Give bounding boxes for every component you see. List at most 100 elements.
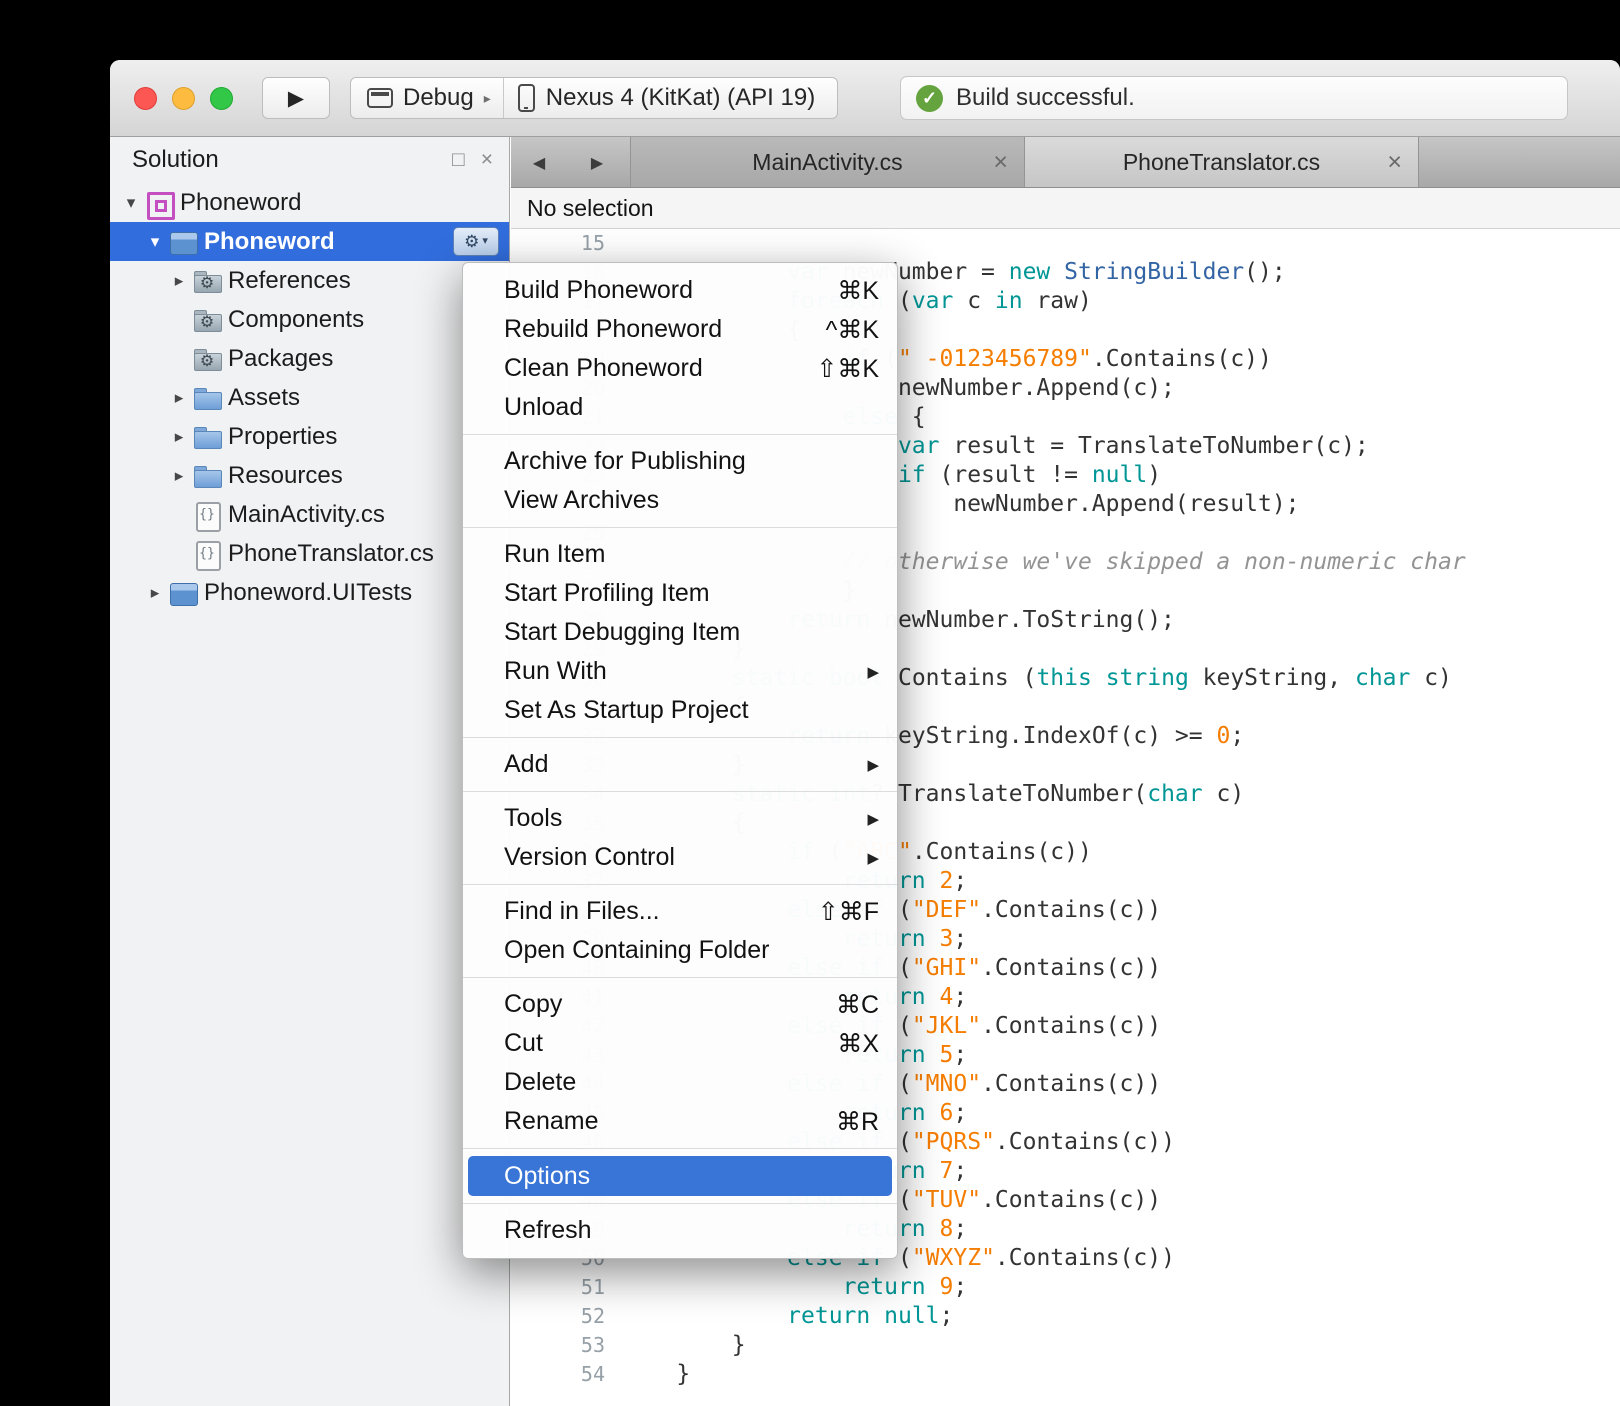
menu-separator: [463, 434, 897, 435]
menu-item-archive-for-publishing[interactable]: Archive for Publishing: [463, 442, 897, 481]
chevron-right-icon: ▸: [484, 90, 491, 107]
menu-item-label: Find in Files...: [504, 897, 660, 926]
collapse-icon[interactable]: ▾: [142, 232, 168, 252]
code-text: }: [621, 1360, 1620, 1389]
menu-item-rebuild-phoneword[interactable]: Rebuild Phoneword^⌘K: [463, 310, 897, 349]
menu-item-label: Start Profiling Item: [504, 579, 710, 608]
close-tab-icon[interactable]: ×: [993, 150, 1008, 175]
tree-item-label: Phoneword: [180, 189, 301, 217]
solution-tree: ▾Phoneword▾Phoneword⚙▾▸⚙References⚙Compo…: [110, 183, 509, 1406]
menu-item-rename[interactable]: Rename⌘R: [463, 1102, 897, 1141]
menu-item-label: Unload: [504, 393, 583, 422]
solution-pad: Solution □ × ▾Phoneword▾Phoneword⚙▾▸⚙Ref…: [110, 137, 510, 1406]
menu-item-build-phoneword[interactable]: Build Phoneword⌘K: [463, 271, 897, 310]
close-pad-icon[interactable]: ×: [481, 148, 493, 172]
menu-separator: [463, 737, 897, 738]
tree-item-components[interactable]: ⚙Components: [110, 300, 509, 339]
navigate-back-icon[interactable]: ◀: [519, 137, 559, 188]
collapse-icon[interactable]: ▾: [118, 193, 144, 213]
dock-pad-icon[interactable]: □: [452, 148, 465, 172]
tree-item-phoneword[interactable]: ▾ Phoneword: [110, 183, 509, 222]
configuration-selector[interactable]: Debug ▸: [351, 78, 503, 118]
menu-item-run-with[interactable]: Run With ▶: [463, 652, 897, 691]
pad-title: Solution: [132, 146, 436, 174]
tree-item-phoneword-uitests[interactable]: ▸Phoneword.UITests: [110, 573, 509, 612]
line-number: 54: [511, 1360, 621, 1389]
line-number: 15: [511, 229, 621, 258]
expand-icon[interactable]: ▸: [142, 583, 168, 603]
menu-item-label: Copy: [504, 990, 562, 1019]
tree-item-label: Components: [228, 306, 364, 334]
menu-item-label: Open Containing Folder: [504, 936, 769, 965]
expand-icon[interactable]: ▸: [166, 427, 192, 447]
device-selector[interactable]: Nexus 4 (KitKat) (API 19): [504, 78, 837, 118]
menu-item-view-archives[interactable]: View Archives: [463, 481, 897, 520]
tree-item-references[interactable]: ▸⚙References: [110, 261, 509, 300]
tree-item-resources[interactable]: ▸Resources: [110, 456, 509, 495]
menu-item-copy[interactable]: Copy⌘C: [463, 985, 897, 1024]
menu-item-find-in-files[interactable]: Find in Files...⇧⌘F: [463, 892, 897, 931]
menu-item-label: Delete: [504, 1068, 576, 1097]
menu-item-version-control[interactable]: Version Control▶: [463, 838, 897, 877]
tree-item-packages[interactable]: ⚙Packages: [110, 339, 509, 378]
line-number: 51: [511, 1273, 621, 1302]
build-success-icon: ✓: [916, 85, 943, 112]
menu-item-set-as-startup-project[interactable]: Set As Startup Project: [463, 691, 897, 730]
tree-item-phonetranslator-cs[interactable]: {}PhoneTranslator.cs: [110, 534, 509, 573]
menu-separator: [463, 977, 897, 978]
tree-item-label: PhoneTranslator.cs: [228, 540, 434, 568]
menu-item-start-profiling-item[interactable]: Start Profiling Item: [463, 574, 897, 613]
project-icon: [168, 579, 198, 607]
code-text: return 9;: [621, 1273, 1620, 1302]
gear-emblem-icon: ⚙: [200, 276, 214, 292]
tab-phonetranslator-cs[interactable]: PhoneTranslator.cs×: [1024, 137, 1419, 187]
menu-item-label: Version Control: [504, 843, 675, 872]
menu-item-label: Options: [504, 1162, 590, 1191]
run-button[interactable]: ▶: [262, 77, 330, 119]
debug-configuration-icon: [367, 88, 393, 108]
zoom-window-button[interactable]: [210, 87, 233, 110]
expand-icon[interactable]: ▸: [166, 388, 192, 408]
menu-item-refresh[interactable]: Refresh: [463, 1211, 897, 1250]
submenu-arrow-icon: ▶: [867, 663, 879, 681]
menu-item-unload[interactable]: Unload: [463, 388, 897, 427]
tree-item-mainactivity-cs[interactable]: {}MainActivity.cs: [110, 495, 509, 534]
code-line: 53 }: [511, 1331, 1620, 1360]
navigate-forward-icon[interactable]: ▶: [577, 137, 617, 188]
tab-mainactivity-cs[interactable]: MainActivity.cs ×: [630, 137, 1025, 187]
tree-item-assets[interactable]: ▸Assets: [110, 378, 509, 417]
menu-separator: [463, 1148, 897, 1149]
menu-item-open-containing-folder[interactable]: Open Containing Folder: [463, 931, 897, 970]
minimize-window-button[interactable]: [172, 87, 195, 110]
menu-item-tools[interactable]: Tools▶: [463, 799, 897, 838]
menu-separator: [463, 1203, 897, 1204]
menu-item-cut[interactable]: Cut⌘X: [463, 1024, 897, 1063]
submenu-arrow-icon: ▶: [867, 810, 879, 828]
menu-item-label: View Archives: [504, 486, 659, 515]
menu-item-start-debugging-item[interactable]: Start Debugging Item: [463, 613, 897, 652]
gear-icon: ⚙: [464, 233, 479, 250]
menu-item-clean-phoneword[interactable]: Clean Phoneword⇧⌘K: [463, 349, 897, 388]
code-line: 51 return 9;: [511, 1273, 1620, 1302]
run-configuration-group: Debug ▸ Nexus 4 (KitKat) (API 19): [350, 77, 838, 119]
expand-icon[interactable]: ▸: [166, 466, 192, 486]
close-tab-icon[interactable]: ×: [1387, 150, 1402, 175]
tree-item-phoneword[interactable]: ▾Phoneword⚙▾: [110, 222, 509, 261]
menu-item-label: Refresh: [504, 1216, 592, 1245]
project-options-gear-button[interactable]: ⚙▾: [453, 227, 499, 256]
menu-separator: [463, 884, 897, 885]
close-window-button[interactable]: [134, 87, 157, 110]
context-menu: Build Phoneword⌘KRebuild Phoneword^⌘KCle…: [462, 262, 898, 1259]
tree-item-properties[interactable]: ▸Properties: [110, 417, 509, 456]
expand-icon[interactable]: ▸: [166, 271, 192, 291]
folder-icon: [192, 462, 222, 490]
menu-item-run-item[interactable]: Run Item: [463, 535, 897, 574]
menu-item-add[interactable]: Add▶: [463, 745, 897, 784]
line-number: 53: [511, 1331, 621, 1360]
menu-item-label: Run With: [504, 657, 607, 686]
gear-emblem-icon: ⚙: [200, 354, 214, 370]
menu-item-delete[interactable]: Delete: [463, 1063, 897, 1102]
tab-label: MainActivity.cs: [752, 149, 902, 176]
menu-item-options[interactable]: Options: [468, 1156, 892, 1196]
folder-icon: [192, 423, 222, 451]
